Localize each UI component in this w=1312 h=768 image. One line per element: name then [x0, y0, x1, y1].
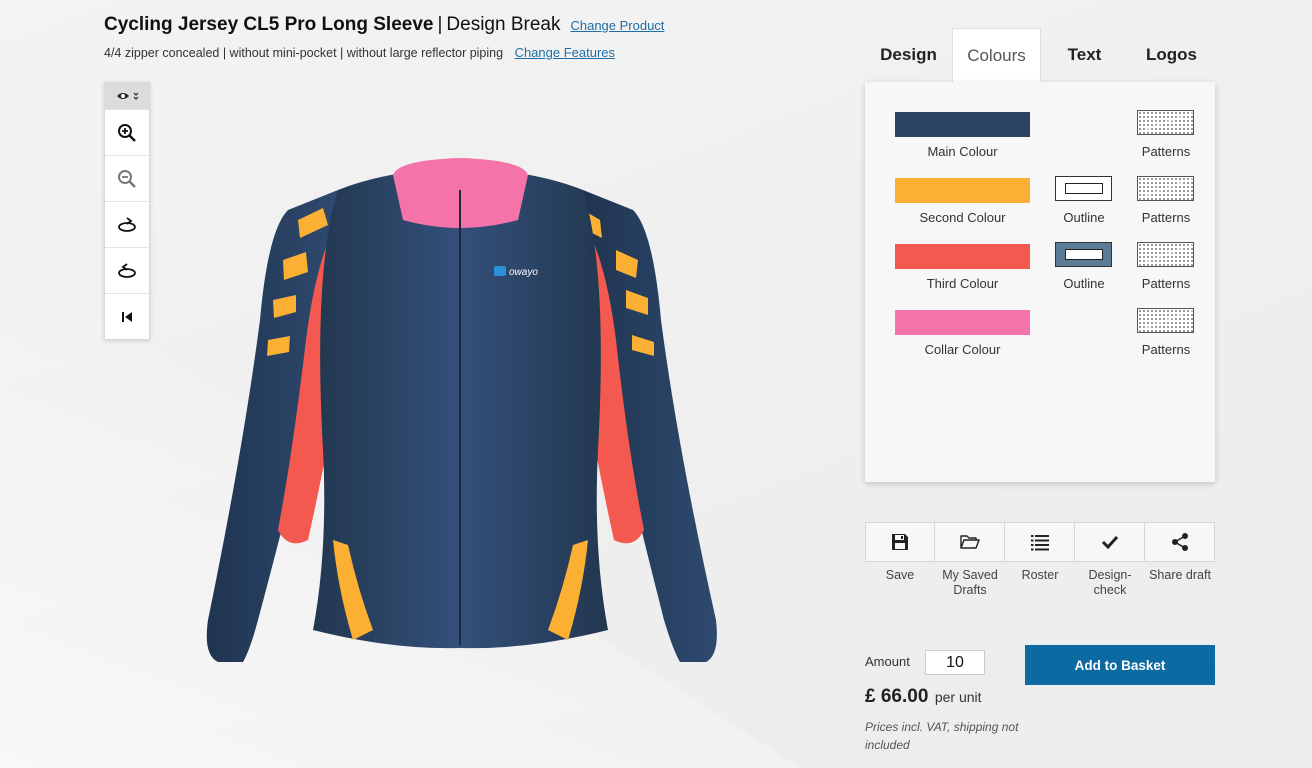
folder-open-icon — [959, 535, 980, 549]
design-name: Design Break — [446, 14, 561, 35]
rotate-left-icon — [118, 262, 136, 278]
second-outline-label: Outline — [1063, 210, 1105, 225]
third-colour-swatch[interactable] — [895, 244, 1030, 269]
action-bar: Save My Saved Drafts Roster Design-check… — [865, 522, 1215, 598]
main-pattern-swatch[interactable] — [1137, 110, 1194, 135]
roster-action: Roster — [1005, 522, 1075, 598]
tab-colours-label: Colours — [967, 45, 1026, 65]
colour-row-collar: Collar Colour Patterns — [865, 308, 1215, 370]
chevron-down-icon — [133, 92, 138, 100]
third-outline-swatch[interactable] — [1055, 242, 1112, 267]
title-row: Cycling Jersey CL5 Pro Long Sleeve | Des… — [104, 14, 664, 36]
zoom-out-button[interactable] — [105, 155, 149, 201]
zoom-in-button[interactable] — [105, 109, 149, 155]
price-row: £ 66.00 per unit — [865, 686, 982, 708]
colour-row-third: Third Colour Outline Patterns — [865, 242, 1215, 304]
list-icon — [1030, 535, 1049, 551]
tab-text-label: Text — [1067, 45, 1102, 64]
features-row: 4/4 zipper concealed | without mini-pock… — [104, 45, 615, 60]
save-action: Save — [865, 522, 935, 598]
collar-colour-label: Collar Colour — [924, 342, 1001, 357]
amount-label: Amount — [865, 654, 910, 669]
rotate-right-icon — [118, 216, 136, 232]
reset-view-button[interactable] — [105, 293, 149, 339]
third-pattern-label: Patterns — [1141, 276, 1191, 291]
per-unit-label: per unit — [934, 689, 982, 705]
zoom-out-icon — [118, 169, 136, 188]
features-text: 4/4 zipper concealed | without mini-pock… — [104, 46, 504, 60]
saved-drafts-button[interactable] — [935, 522, 1005, 562]
colours-panel: Main Colour Patterns Second Colour Outli… — [865, 82, 1215, 482]
checkmark-icon — [1101, 535, 1118, 550]
saved-drafts-action: My Saved Drafts — [935, 522, 1005, 598]
main-colour-swatch[interactable] — [895, 112, 1030, 137]
share-draft-button[interactable] — [1145, 522, 1215, 562]
tab-design-label: Design — [880, 45, 937, 64]
toolbar-toggle[interactable] — [105, 83, 149, 109]
second-outline-swatch[interactable] — [1055, 176, 1112, 201]
product-name: Cycling Jersey CL5 Pro Long Sleeve — [104, 14, 434, 35]
floppy-disk-icon — [892, 534, 908, 550]
share-draft-label: Share draft — [1149, 568, 1211, 582]
saved-drafts-label: My Saved Drafts — [942, 568, 998, 597]
share-draft-action: Share draft — [1145, 522, 1215, 598]
roster-label: Roster — [1021, 568, 1059, 582]
collar-pattern-swatch[interactable] — [1137, 308, 1194, 333]
design-check-button[interactable] — [1075, 522, 1145, 562]
colour-row-second: Second Colour Outline Patterns — [865, 176, 1215, 238]
reset-view-icon — [122, 311, 132, 322]
second-pattern-label: Patterns — [1141, 210, 1191, 225]
save-label: Save — [885, 568, 915, 582]
tab-logos-label: Logos — [1146, 45, 1197, 64]
tab-design[interactable]: Design — [865, 28, 952, 82]
brand-logo-mark — [494, 266, 506, 276]
outline-preview — [1064, 249, 1103, 260]
change-product-link[interactable]: Change Product — [570, 18, 664, 33]
zoom-in-icon — [118, 123, 136, 142]
design-check-action: Design-check — [1075, 522, 1145, 598]
unit-price: £ 66.00 — [865, 686, 929, 707]
rotate-left-button[interactable] — [105, 247, 149, 293]
rotate-right-button[interactable] — [105, 201, 149, 247]
add-to-basket-button[interactable]: Add to Basket — [1025, 645, 1215, 685]
second-colour-swatch[interactable] — [895, 178, 1030, 203]
editor-tabs: Design Colours Text Logos — [865, 28, 1215, 82]
collar-pattern-label: Patterns — [1141, 342, 1191, 357]
save-button[interactable] — [865, 522, 935, 562]
amount-input[interactable] — [925, 650, 985, 675]
viewer-toolbar — [104, 82, 150, 340]
title-separator: | — [437, 14, 443, 35]
design-check-label: Design-check — [1088, 568, 1132, 597]
main-colour-label: Main Colour — [927, 144, 998, 159]
vat-note: Prices incl. VAT, shipping not included — [865, 720, 1019, 752]
tab-colours[interactable]: Colours — [952, 28, 1041, 82]
eye-icon — [116, 93, 129, 99]
tab-logos[interactable]: Logos — [1128, 28, 1215, 82]
second-pattern-swatch[interactable] — [1137, 176, 1194, 201]
collar-colour-swatch[interactable] — [895, 310, 1030, 335]
third-pattern-swatch[interactable] — [1137, 242, 1194, 267]
jersey-preview[interactable]: owayo — [188, 150, 733, 675]
second-colour-label: Second Colour — [919, 210, 1006, 225]
third-colour-label: Third Colour — [926, 276, 999, 291]
third-outline-label: Outline — [1063, 276, 1105, 291]
change-features-link[interactable]: Change Features — [515, 45, 615, 60]
roster-button[interactable] — [1005, 522, 1075, 562]
brand-logo-text: owayo — [509, 267, 538, 278]
share-icon — [1171, 533, 1188, 551]
colour-row-main: Main Colour Patterns — [865, 110, 1215, 172]
main-pattern-label: Patterns — [1141, 144, 1191, 159]
outline-preview — [1064, 183, 1103, 194]
tab-text[interactable]: Text — [1041, 28, 1128, 82]
